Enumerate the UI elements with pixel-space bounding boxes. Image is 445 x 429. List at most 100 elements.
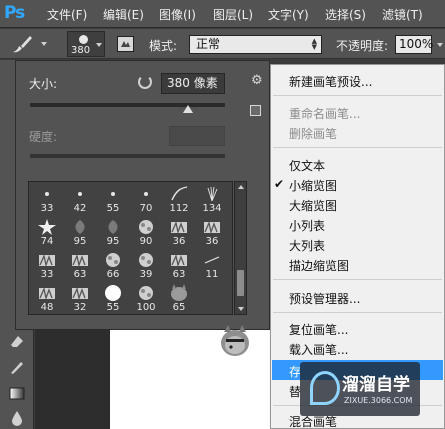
brush-preset-item[interactable]: 42: [64, 184, 96, 216]
menu-item-rename-brush: 重命名画笔...: [289, 107, 361, 121]
size-label: 大小:: [29, 77, 58, 91]
brush-preset-item[interactable]: 32: [64, 283, 96, 314]
brush-tip-preview: [79, 35, 88, 44]
brush-preset-item[interactable]: 66: [97, 250, 129, 282]
opacity-dropdown-icon[interactable]: [437, 43, 443, 47]
brush-preset-item[interactable]: 65: [163, 283, 195, 314]
brush-size-label: 100: [136, 302, 156, 313]
brush-preset-item[interactable]: 55: [97, 184, 129, 216]
blur-tool-icon[interactable]: [9, 410, 25, 426]
options-bar: 380 模式: 正常 ▲ ▼ 不透明度: 100%: [0, 29, 445, 59]
brush-tip-round-icon: [105, 285, 121, 301]
size-slider-track[interactable]: [30, 103, 225, 107]
brush-preset-item[interactable]: 11: [196, 250, 228, 282]
brush-size-label: 55: [106, 302, 120, 313]
menu-item-large-list[interactable]: 大列表: [289, 237, 325, 254]
menu-filter[interactable]: 滤镜(T): [382, 6, 423, 23]
brush-tip-dot-icon: [111, 192, 115, 196]
gear-icon[interactable]: ⚙: [251, 73, 263, 88]
brush-grid-scrollbar[interactable]: [234, 181, 247, 315]
gradient-tool-icon[interactable]: [9, 385, 25, 401]
brush-preset-item[interactable]: 33: [31, 250, 63, 282]
brush-preset-item[interactable]: 90: [130, 217, 162, 249]
eraser-tool-icon[interactable]: [9, 333, 25, 349]
menu-item-reset-brushes[interactable]: 复位画笔...: [289, 321, 348, 338]
brush-tip-grass-icon: [171, 220, 187, 235]
hardness-input: [169, 126, 225, 146]
menu-select[interactable]: 选择(S): [325, 6, 366, 23]
reset-size-icon[interactable]: [138, 75, 152, 89]
menu-item-load-brushes[interactable]: 载入画笔...: [289, 341, 348, 358]
menu-file[interactable]: 文件(F): [47, 6, 87, 23]
menu-item-small-thumbnail[interactable]: 小缩览图: [289, 177, 337, 194]
cat-brush-stroke-image: [221, 325, 249, 356]
brush-preset-item[interactable]: 100: [130, 283, 162, 314]
brush-tip-fuzz-icon: [139, 286, 153, 300]
brush-preset-item[interactable]: 134: [196, 184, 228, 216]
brush-size-label: 36: [172, 236, 186, 247]
menu-item-new-brush-preset[interactable]: 新建画笔预设...: [289, 73, 372, 90]
brush-tip-line-icon: [204, 256, 220, 264]
opacity-input[interactable]: 100%: [395, 35, 433, 54]
chevron-down-icon[interactable]: [96, 43, 102, 47]
menu-layer[interactable]: 图层(L): [213, 6, 253, 23]
brush-tip-grass-icon: [72, 286, 88, 301]
brush-tip-grass-icon: [39, 286, 55, 301]
brush-tool-icon[interactable]: [10, 33, 36, 55]
brush-preset-item[interactable]: 48: [31, 283, 63, 314]
brush-preset-item[interactable]: 39: [130, 250, 162, 282]
brush-size-label: 66: [106, 269, 120, 280]
brush-size-label: 42: [73, 203, 87, 214]
brush-preset-item[interactable]: 63: [64, 250, 96, 282]
scroll-thumb[interactable]: [237, 270, 244, 296]
menu-image[interactable]: 图像(I): [159, 6, 196, 23]
brush-size-label: 33: [40, 203, 54, 214]
brush-preset-item[interactable]: 36: [196, 217, 228, 249]
brush-size-label: 74: [40, 236, 54, 247]
new-preset-icon[interactable]: [250, 105, 261, 116]
brush-size-readout: 380: [71, 45, 91, 56]
brush-size-label: 32: [73, 302, 87, 313]
brush-size-label: 48: [40, 302, 54, 313]
scroll-up-arrow-icon[interactable]: [238, 185, 244, 189]
brush-preset-item[interactable]: 74: [31, 217, 63, 249]
checkmark-icon: ✔: [274, 177, 285, 191]
brush-preset-item[interactable]: 95: [64, 217, 96, 249]
brush-tip-fuzz-icon: [106, 253, 120, 267]
tool-preset-dropdown-icon[interactable]: [41, 42, 47, 46]
brush-size-label: 63: [73, 269, 87, 280]
brush-preset-item[interactable]: 63: [163, 250, 195, 282]
history-brush-tool-icon[interactable]: [9, 359, 25, 375]
brush-tip-dot-icon: [45, 192, 49, 196]
menu-item-text-only[interactable]: 仅文本: [289, 157, 325, 174]
brush-preset-picker-panel: 大小: 380 像素 ⚙ 硬度: 33 42 55 70 112 134 74 95 95 90 3…: [15, 60, 270, 330]
brush-panel-toggle-icon[interactable]: [117, 36, 134, 52]
menu-item-stroke-thumbnail[interactable]: 描边缩览图: [289, 257, 349, 274]
menu-item-preset-manager[interactable]: 预设管理器...: [289, 290, 360, 307]
mode-label: 模式:: [149, 39, 178, 53]
brush-preset-item[interactable]: 33: [31, 184, 63, 216]
scroll-down-arrow-icon[interactable]: [238, 307, 244, 311]
size-slider-thumb[interactable]: [182, 105, 193, 113]
brush-preset-item: [196, 283, 228, 314]
brush-preset-item[interactable]: 70: [130, 184, 162, 216]
size-input[interactable]: 380 像素: [161, 73, 225, 94]
menu-item-large-thumbnail[interactable]: 大缩览图: [289, 197, 337, 214]
brush-preset-item[interactable]: 112: [163, 184, 195, 216]
menu-item-small-list[interactable]: 小列表: [289, 217, 325, 234]
updown-arrows-icon: ▲ ▼: [311, 37, 317, 51]
brush-tip-cat-icon: [171, 284, 187, 301]
brush-preset-item[interactable]: 95: [97, 217, 129, 249]
mode-select[interactable]: 正常 ▲ ▼: [189, 35, 322, 54]
brush-preset-item[interactable]: 36: [163, 217, 195, 249]
document-canvas[interactable]: [110, 330, 280, 429]
brush-size-label: 11: [205, 269, 219, 280]
brush-size-label: 65: [172, 302, 186, 313]
menu-type[interactable]: 文字(Y): [268, 6, 309, 23]
menu-edit[interactable]: 编辑(E): [103, 6, 144, 23]
brush-tip-leaf-icon: [108, 220, 118, 234]
photoshop-logo: Ps: [4, 3, 25, 23]
brush-preset-item[interactable]: 55: [97, 283, 129, 314]
menubar: Ps 文件(F) 编辑(E) 图像(I) 图层(L) 文字(Y) 选择(S) 滤…: [0, 0, 445, 28]
brush-size-label: 55: [106, 203, 120, 214]
